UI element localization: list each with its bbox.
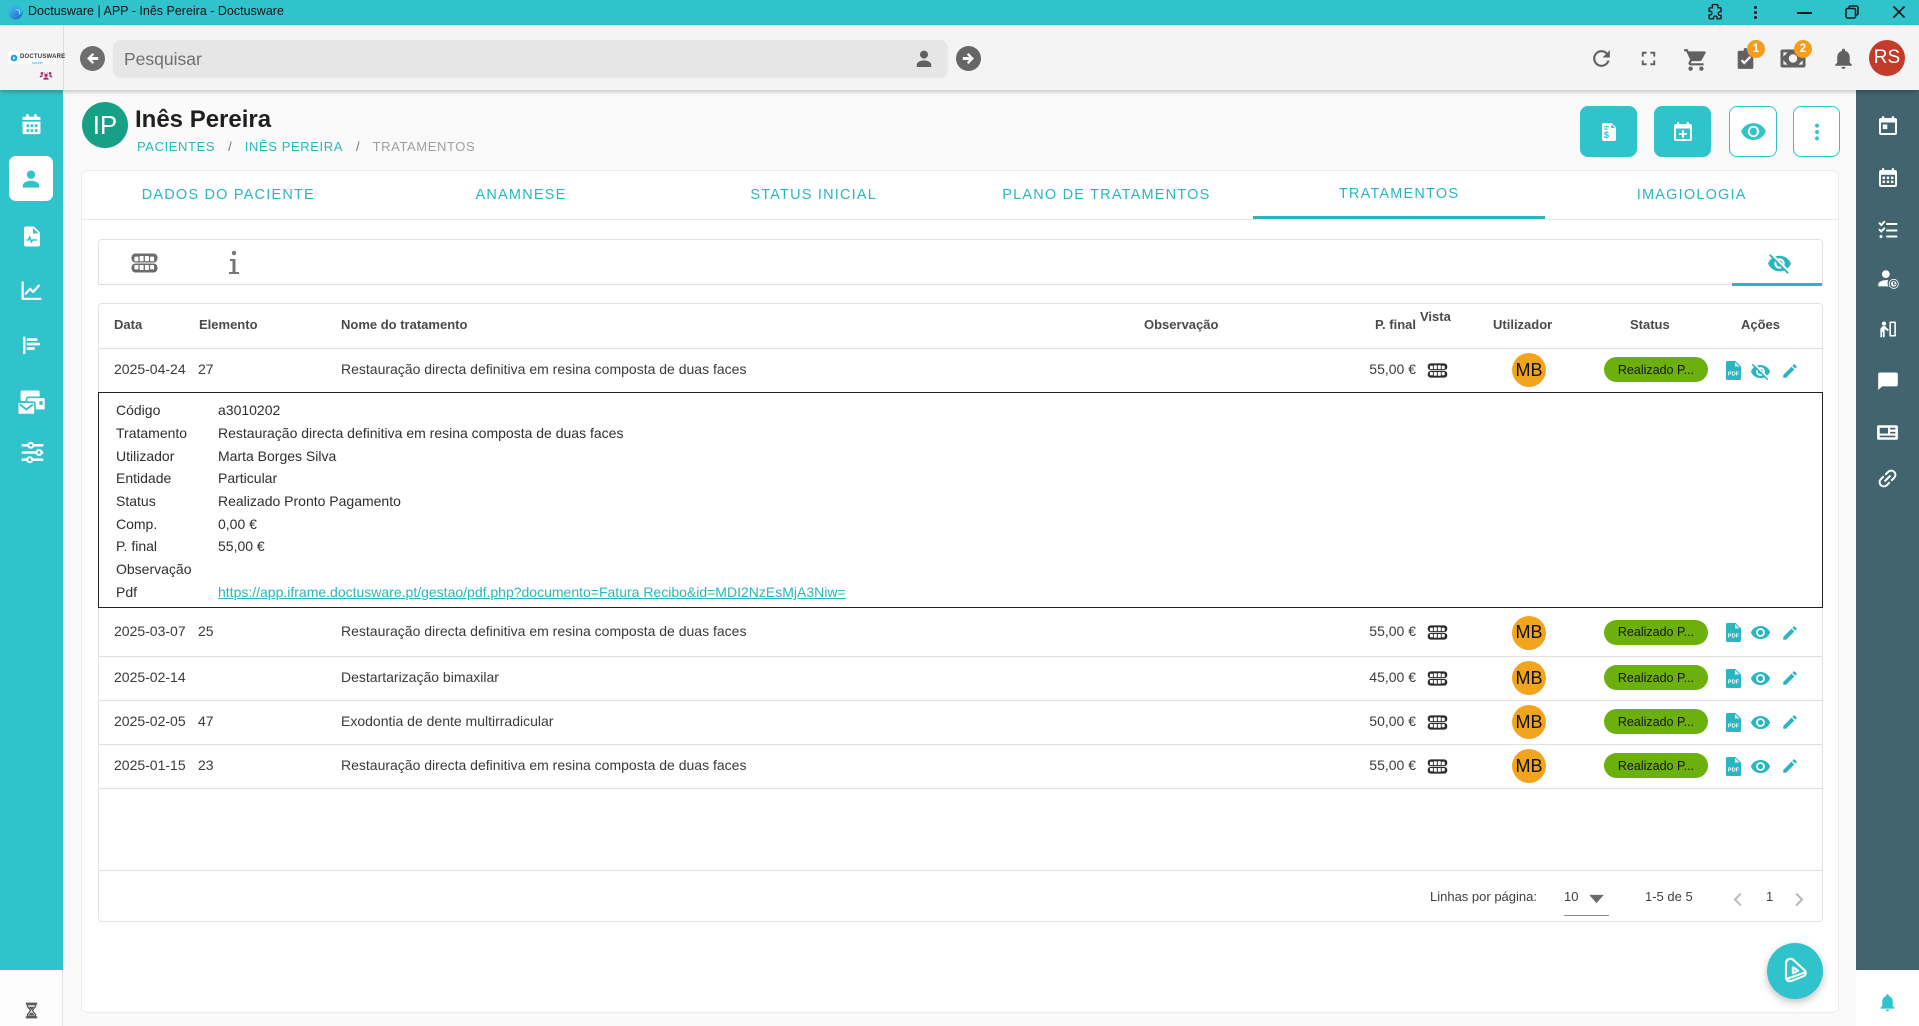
svg-text:PDF: PDF [1728,723,1740,729]
svg-text:PDF: PDF [1728,372,1740,378]
svg-text:$: $ [1603,129,1609,140]
svg-text:PDF: PDF [1728,634,1740,640]
svg-text:PDF: PDF [1728,767,1740,773]
svg-text:PDF: PDF [1728,679,1740,685]
